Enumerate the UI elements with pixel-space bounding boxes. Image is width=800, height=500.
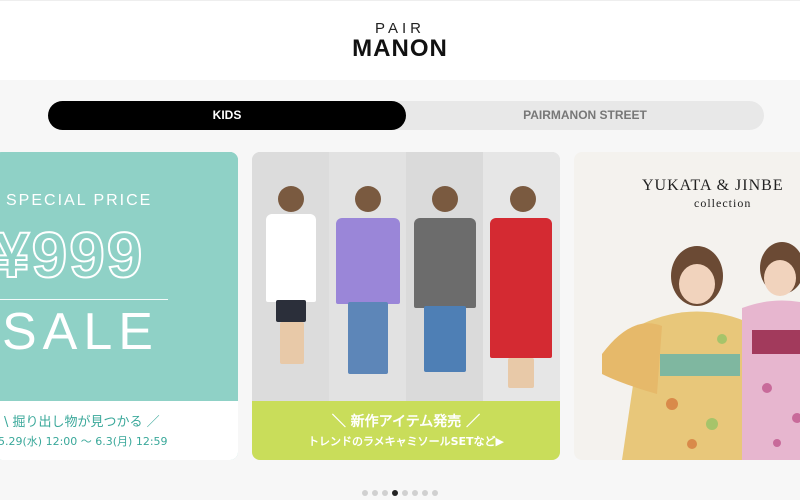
carousel-dot[interactable] — [372, 490, 378, 496]
new-items-title: ＼ 新作アイテム発売 ／ — [331, 414, 481, 430]
kid-1-head — [278, 186, 304, 212]
sale-banner-caption: \ 掘り出し物が見つかる ／ 5.29(水) 12:00 ～ 6.3(月) 12… — [0, 401, 238, 460]
yukata-girl-1-image — [602, 246, 752, 460]
banner-new-items[interactable]: ＼ 新作アイテム発売 ／ トレンドのラメキャミソールSETなど▶ — [252, 152, 560, 460]
new-items-caption: ＼ 新作アイテム発売 ／ トレンドのラメキャミソールSETなど▶ — [252, 401, 560, 460]
carousel-dot[interactable] — [432, 490, 438, 496]
yukata-title: YUKATA & JINBE — [642, 177, 784, 194]
carousel-dot-active[interactable] — [392, 490, 398, 496]
sale-subtitle: \ 掘り出し物が見つかる ／ — [4, 415, 160, 430]
sale-word: SALE — [2, 303, 159, 361]
carousel-dot[interactable] — [382, 490, 388, 496]
new-items-subtitle: トレンドのラメキャミソールSETなど▶ — [307, 435, 505, 448]
carousel-dots — [0, 490, 800, 496]
sale-date: 5.29(水) 12:00 ～ 6.3(月) 12:59 — [0, 435, 168, 448]
sale-price: ¥999 — [0, 218, 145, 292]
yukata-girl-2-image — [742, 242, 800, 460]
site-header: PAIR MANON — [0, 0, 800, 80]
kid-2-jeans — [348, 302, 388, 374]
yukata-subtitle: collection — [694, 196, 752, 210]
sale-divider — [0, 299, 168, 300]
tab-pairmanon-street[interactable]: PAIRMANON STREET — [406, 101, 764, 130]
kid-1-legs — [280, 322, 304, 364]
kids-photo — [252, 152, 560, 401]
kid-1-top — [266, 214, 316, 302]
kid-4-dress — [490, 218, 552, 358]
banner-yukata[interactable]: YUKATA & JINBE collection — [574, 152, 800, 460]
carousel-dot[interactable] — [362, 490, 368, 496]
carousel-dot[interactable] — [422, 490, 428, 496]
logo-main-text[interactable]: MANON — [0, 35, 800, 63]
kid-3-head — [432, 186, 458, 212]
special-price-label: SPECIAL PRICE — [6, 192, 153, 209]
kid-4-legs — [508, 358, 534, 388]
kid-2-head — [355, 186, 381, 212]
carousel-dot[interactable] — [402, 490, 408, 496]
banner-sale[interactable]: SPECIAL PRICE ¥999 SALE \ 掘り出し物が見つかる ／ 5… — [0, 152, 238, 460]
carousel-dot[interactable] — [412, 490, 418, 496]
tab-kids[interactable]: KIDS — [48, 101, 406, 130]
kid-1-shorts — [276, 300, 306, 322]
kid-4-head — [510, 186, 536, 212]
kid-3-top — [414, 218, 476, 308]
kid-3-jeans — [424, 306, 466, 372]
sale-banner-top: SPECIAL PRICE ¥999 SALE — [0, 152, 238, 401]
category-tabs: KIDS PAIRMANON STREET — [48, 101, 764, 130]
kid-2-top — [336, 218, 400, 304]
